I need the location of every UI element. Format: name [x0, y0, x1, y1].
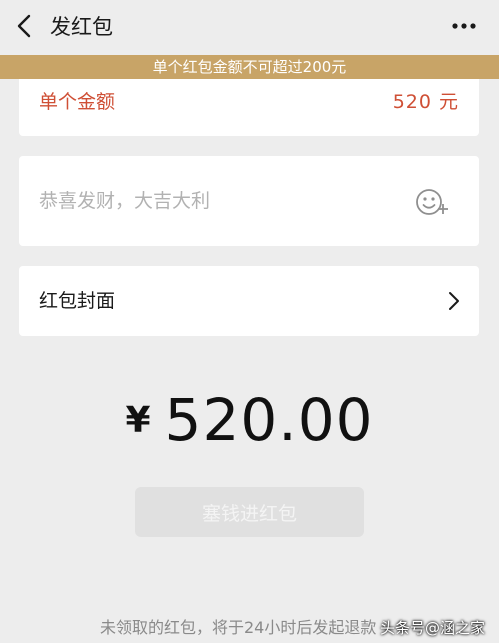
nav-bar: 发红包: [0, 0, 499, 55]
submit-red-packet-button[interactable]: 塞钱进红包: [135, 487, 364, 537]
more-dots-icon[interactable]: [451, 17, 477, 35]
chevron-right-icon: [449, 292, 459, 310]
cover-label: 红包封面: [39, 290, 116, 312]
greeting-field[interactable]: [19, 156, 479, 246]
total-value: 520.00: [164, 386, 374, 454]
emoji-add-icon[interactable]: [415, 187, 449, 217]
total-amount: ¥520.00: [0, 386, 499, 466]
watermark: 头条号@涵之家: [379, 619, 485, 637]
amount-limit-notice: 单个红包金额不可超过200元: [0, 55, 499, 79]
page-title: 发红包: [50, 15, 113, 39]
refund-note: 未领取的红包，将于24小时后发起退款: [100, 618, 377, 637]
amount-label: 单个金额: [39, 91, 116, 113]
chevron-left-icon[interactable]: [14, 13, 36, 39]
currency-symbol: ¥: [125, 399, 151, 441]
greeting-input[interactable]: [39, 186, 399, 216]
cover-row[interactable]: 红包封面: [19, 266, 479, 336]
amount-value[interactable]: 520 元: [393, 89, 459, 115]
